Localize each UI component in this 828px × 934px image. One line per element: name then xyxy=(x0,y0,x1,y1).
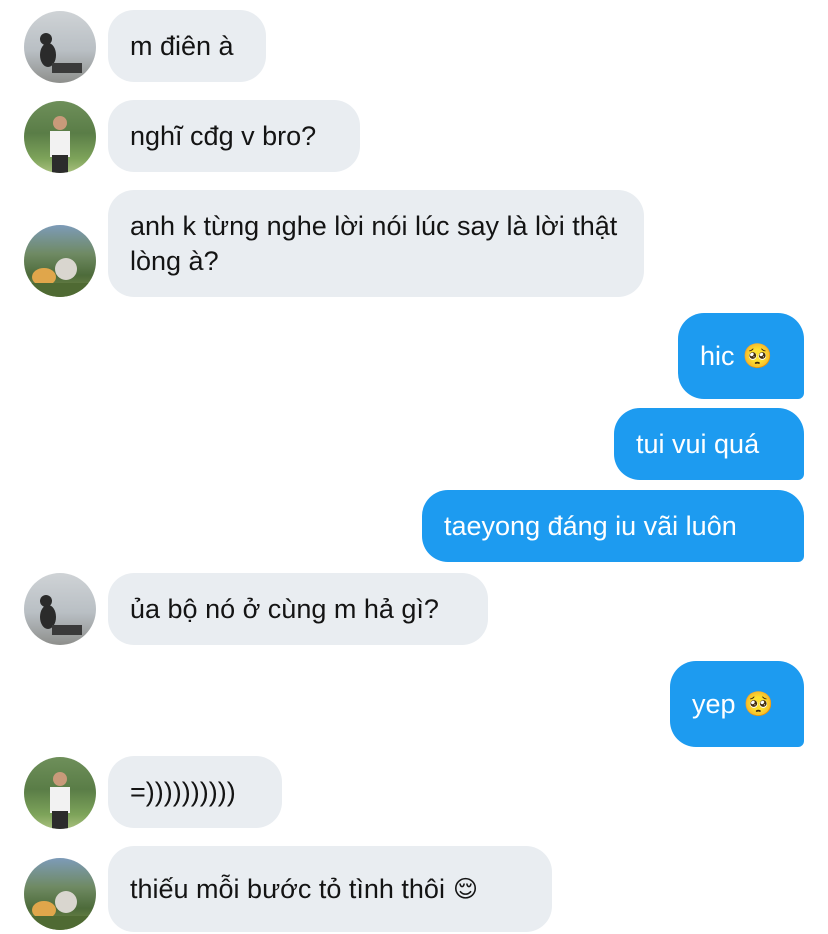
message-text: taeyong đáng iu vãi luôn xyxy=(444,510,737,541)
message-text: nghĩ cđg v bro? xyxy=(130,120,317,151)
message-bubble-incoming[interactable]: =)))))))))) xyxy=(108,756,282,828)
pleading-face-emoji-icon: 🥺 xyxy=(743,690,774,718)
message-bubble-outgoing[interactable]: tui vui quá xyxy=(614,408,804,480)
message-text: yep xyxy=(692,688,736,719)
avatar-garden[interactable] xyxy=(24,225,96,297)
message-text: anh k từng nghe lời nói lúc say là lời t… xyxy=(130,210,618,276)
message-bubble-outgoing[interactable]: hic 🥺 xyxy=(678,313,804,399)
avatar-silhouette[interactable] xyxy=(24,11,96,83)
avatar-person-white-shirt[interactable] xyxy=(24,101,96,173)
message-bubble-incoming[interactable]: nghĩ cđg v bro? xyxy=(108,100,360,172)
pleading-face-emoji-icon: 🥺 xyxy=(742,342,773,370)
avatar-silhouette[interactable] xyxy=(24,573,96,645)
message-text: hic xyxy=(700,340,735,371)
message-text: tui vui quá xyxy=(636,428,760,459)
message-text: thiếu mỗi bước tỏ tình thôi xyxy=(130,873,445,904)
relieved-face-emoji-icon: 😌 xyxy=(452,875,478,903)
message-text: ủa bộ nó ở cùng m hả gì? xyxy=(130,593,439,624)
message-bubble-incoming[interactable]: ủa bộ nó ở cùng m hả gì? xyxy=(108,573,488,645)
avatar-person-white-shirt[interactable] xyxy=(24,757,96,829)
message-bubble-outgoing[interactable]: yep 🥺 xyxy=(670,661,804,747)
message-bubble-incoming[interactable]: anh k từng nghe lời nói lúc say là lời t… xyxy=(108,190,644,297)
message-bubble-outgoing[interactable]: taeyong đáng iu vãi luôn xyxy=(422,490,804,562)
avatar-garden[interactable] xyxy=(24,858,96,930)
message-text: m điên à xyxy=(130,30,234,61)
message-bubble-incoming[interactable]: m điên à xyxy=(108,10,266,82)
message-text: =)))))))))) xyxy=(130,776,236,807)
message-bubble-incoming[interactable]: thiếu mỗi bước tỏ tình thôi 😌 xyxy=(108,846,552,932)
